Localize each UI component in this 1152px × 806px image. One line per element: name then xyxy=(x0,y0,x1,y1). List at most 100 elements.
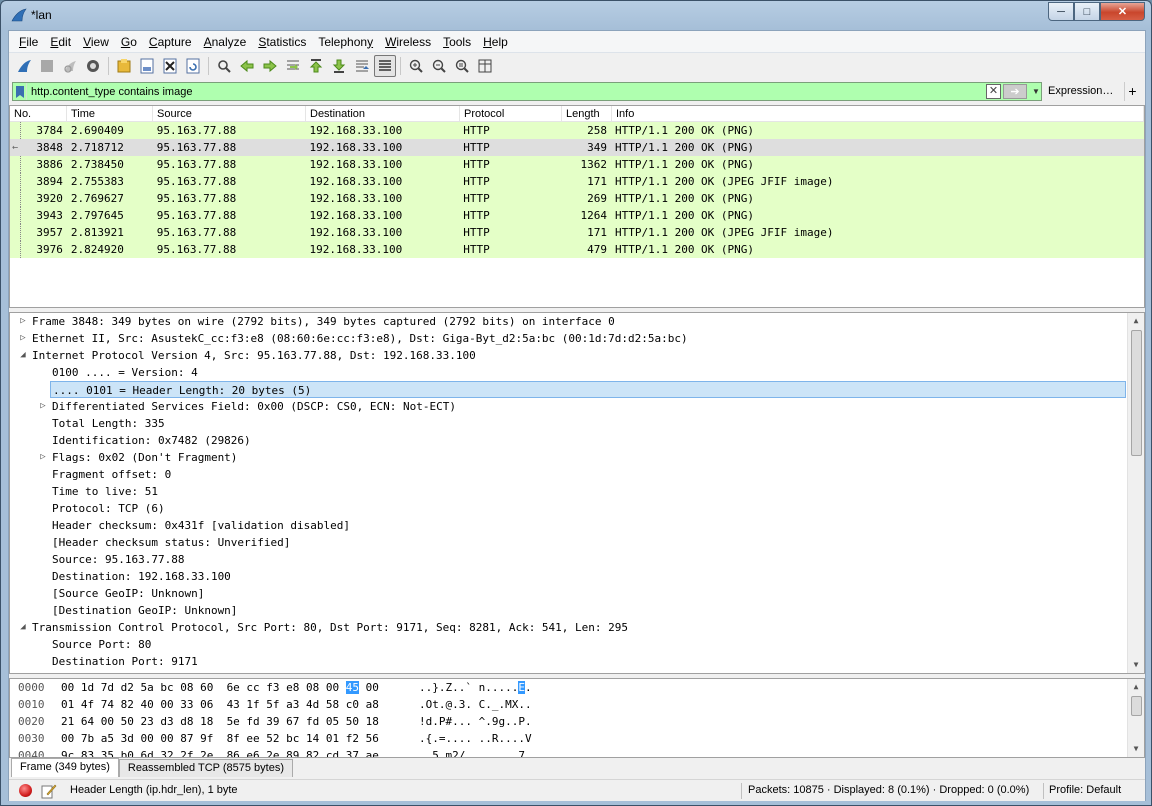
find-packet-button[interactable] xyxy=(213,55,235,77)
menu-statistics[interactable]: Statistics xyxy=(252,35,312,49)
column-header-protocol[interactable]: Protocol xyxy=(460,106,562,121)
close-file-button[interactable] xyxy=(159,55,181,77)
menu-analyze[interactable]: Analyze xyxy=(198,35,253,49)
collapsed-arrow-icon[interactable]: ▷ xyxy=(38,398,48,415)
filter-bookmark-button[interactable] xyxy=(13,83,27,100)
packet-row[interactable]: 3784 2.690409 95.163.77.88 192.168.33.100 HT… xyxy=(10,122,1144,139)
scroll-down-icon[interactable]: ▼ xyxy=(1128,741,1144,757)
tree-item[interactable]: Destination: 192.168.33.100 xyxy=(10,568,1144,585)
menu-edit[interactable]: Edit xyxy=(44,35,77,49)
apply-filter-button[interactable]: ➔ xyxy=(1003,84,1027,99)
column-header-time[interactable]: Time xyxy=(67,106,153,121)
recent-filters-dropdown[interactable]: ▼ xyxy=(1030,84,1042,99)
tree-item[interactable]: .... 0101 = Header Length: 20 bytes (5) xyxy=(10,381,1144,398)
scroll-down-icon[interactable]: ▼ xyxy=(1128,657,1144,673)
scrollbar-thumb[interactable] xyxy=(1131,330,1142,456)
tab-frame-bytes[interactable]: Frame (349 bytes) xyxy=(11,758,119,777)
tree-item[interactable]: ◢ Internet Protocol Version 4, Src: 95.16… xyxy=(10,347,1144,364)
tree-item[interactable]: Source: 95.163.77.88 xyxy=(10,551,1144,568)
profile-selector[interactable]: Profile: Default xyxy=(1049,784,1121,796)
tree-item[interactable]: Source Port: 80 xyxy=(10,636,1144,653)
tree-item[interactable]: Fragment offset: 0 xyxy=(10,466,1144,483)
tree-item[interactable]: [Destination GeoIP: Unknown] xyxy=(10,602,1144,619)
go-forward-button[interactable] xyxy=(259,55,281,77)
column-header-length[interactable]: Length xyxy=(562,106,612,121)
tree-item[interactable]: 0100 .... = Version: 4 xyxy=(10,364,1144,381)
colorize-button[interactable] xyxy=(374,55,396,77)
menu-capture[interactable]: Capture xyxy=(143,35,198,49)
ascii-bytes[interactable]: ..}.Z..` n.....E. xyxy=(419,679,532,696)
packet-row[interactable]: 3894 2.755383 95.163.77.88 192.168.33.100 HT… xyxy=(10,173,1144,190)
maximize-button[interactable]: □ xyxy=(1074,2,1100,21)
start-capture-button[interactable] xyxy=(13,55,35,77)
scroll-up-icon[interactable]: ▲ xyxy=(1128,679,1144,695)
menu-help[interactable]: Help xyxy=(477,35,514,49)
capture-comment-icon[interactable] xyxy=(41,783,57,799)
tree-item[interactable]: ▷ Ethernet II, Src: AsustekC_cc:f3:e8 (08… xyxy=(10,330,1144,347)
scrollbar-thumb[interactable] xyxy=(1131,696,1142,716)
menu-tools[interactable]: Tools xyxy=(437,35,477,49)
tree-item[interactable]: [Source GeoIP: Unknown] xyxy=(10,585,1144,602)
packet-row[interactable]: 3976 2.824920 95.163.77.88 192.168.33.100 HT… xyxy=(10,241,1144,258)
tree-item[interactable]: Destination Port: 9171 xyxy=(10,653,1144,670)
reload-file-button[interactable] xyxy=(182,55,204,77)
collapsed-arrow-icon[interactable]: ▷ xyxy=(18,330,28,347)
open-file-button[interactable] xyxy=(113,55,135,77)
zoom-out-button[interactable] xyxy=(428,55,450,77)
tree-item[interactable]: Header checksum: 0x431f [validation disa… xyxy=(10,517,1144,534)
hex-bytes[interactable]: 00 1d 7d d2 5a bc 08 60 6e cc f3 e8 08 0… xyxy=(61,679,379,696)
hex-bytes[interactable]: 01 4f 74 82 40 00 33 06 43 1f 5f a3 4d 5… xyxy=(61,696,379,713)
column-header-source[interactable]: Source xyxy=(153,106,306,121)
column-header-destination[interactable]: Destination xyxy=(306,106,460,121)
packet-row[interactable]: 3920 2.769627 95.163.77.88 192.168.33.100 HT… xyxy=(10,190,1144,207)
go-to-packet-button[interactable] xyxy=(282,55,304,77)
tree-item[interactable]: [Header checksum status: Unverified] xyxy=(10,534,1144,551)
menu-file[interactable]: File xyxy=(13,35,44,49)
menu-view[interactable]: View xyxy=(77,35,115,49)
first-packet-button[interactable] xyxy=(305,55,327,77)
tree-item[interactable]: Identification: 0x7482 (29826) xyxy=(10,432,1144,449)
ascii-bytes[interactable]: !d.P#... ^.9g..P. xyxy=(419,713,532,730)
clear-filter-button[interactable]: ✕ xyxy=(986,84,1001,99)
ascii-bytes[interactable]: ..5.m2/. ......7. xyxy=(419,747,532,757)
column-header-no[interactable]: No. xyxy=(10,106,67,121)
add-filter-button[interactable]: + xyxy=(1124,82,1140,101)
packet-bytes-pane[interactable]: 0000 00 1d 7d d2 5a bc 08 60 6e cc f3 e8 … xyxy=(9,678,1145,758)
hex-bytes[interactable]: 00 7b a5 3d 00 00 87 9f 8f ee 52 bc 14 0… xyxy=(61,730,379,747)
tree-item[interactable]: Time to live: 51 xyxy=(10,483,1144,500)
collapsed-arrow-icon[interactable]: ▷ xyxy=(38,449,48,466)
restart-capture-button[interactable] xyxy=(59,55,81,77)
tree-item[interactable]: Total Length: 335 xyxy=(10,415,1144,432)
close-window-button[interactable]: ✕ xyxy=(1100,2,1145,21)
tree-item[interactable]: Protocol: TCP (6) xyxy=(10,500,1144,517)
menu-go[interactable]: Go xyxy=(115,35,143,49)
menu-wireless[interactable]: Wireless xyxy=(379,35,437,49)
resize-columns-button[interactable] xyxy=(474,55,496,77)
capture-options-button[interactable] xyxy=(82,55,104,77)
zoom-in-button[interactable] xyxy=(405,55,427,77)
expression-button[interactable]: Expression… xyxy=(1046,82,1115,101)
packet-details-tree[interactable]: ▷ Frame 3848: 349 bytes on wire (2792 bit… xyxy=(9,312,1145,674)
hex-bytes[interactable]: 9c 83 35 b0 6d 32 2f 2e 86 e6 2e 89 82 c… xyxy=(61,747,379,757)
packet-row[interactable]: 3943 2.797645 95.163.77.88 192.168.33.100 HT… xyxy=(10,207,1144,224)
expanded-arrow-icon[interactable]: ◢ xyxy=(18,347,28,364)
tree-item[interactable]: ▷ Differentiated Services Field: 0x00 (DS… xyxy=(10,398,1144,415)
ascii-bytes[interactable]: .{.=.... ..R....V xyxy=(419,730,532,747)
display-filter-input[interactable] xyxy=(27,83,957,100)
go-back-button[interactable] xyxy=(236,55,258,77)
packet-row[interactable]: 3957 2.813921 95.163.77.88 192.168.33.100 HT… xyxy=(10,224,1144,241)
autoscroll-button[interactable] xyxy=(351,55,373,77)
packet-row[interactable]: 3886 2.738450 95.163.77.88 192.168.33.100 HT… xyxy=(10,156,1144,173)
save-file-button[interactable] xyxy=(136,55,158,77)
last-packet-button[interactable] xyxy=(328,55,350,77)
collapsed-arrow-icon[interactable]: ▷ xyxy=(18,313,28,330)
hex-bytes[interactable]: 21 64 00 50 23 d3 d8 18 5e fd 39 67 fd 0… xyxy=(61,713,379,730)
ascii-bytes[interactable]: .Ot.@.3. C._.MX.. xyxy=(419,696,532,713)
expert-info-icon[interactable] xyxy=(19,784,32,797)
expanded-arrow-icon[interactable]: ◢ xyxy=(18,619,28,636)
packet-list[interactable]: No. Time Source Destination Protocol Len… xyxy=(9,105,1145,308)
minimize-button[interactable]: ─ xyxy=(1048,2,1074,21)
tree-item[interactable]: ▷ Frame 3848: 349 bytes on wire (2792 bit… xyxy=(10,313,1144,330)
stop-capture-button[interactable] xyxy=(36,55,58,77)
tree-item[interactable]: ▷ Flags: 0x02 (Don't Fragment) xyxy=(10,449,1144,466)
